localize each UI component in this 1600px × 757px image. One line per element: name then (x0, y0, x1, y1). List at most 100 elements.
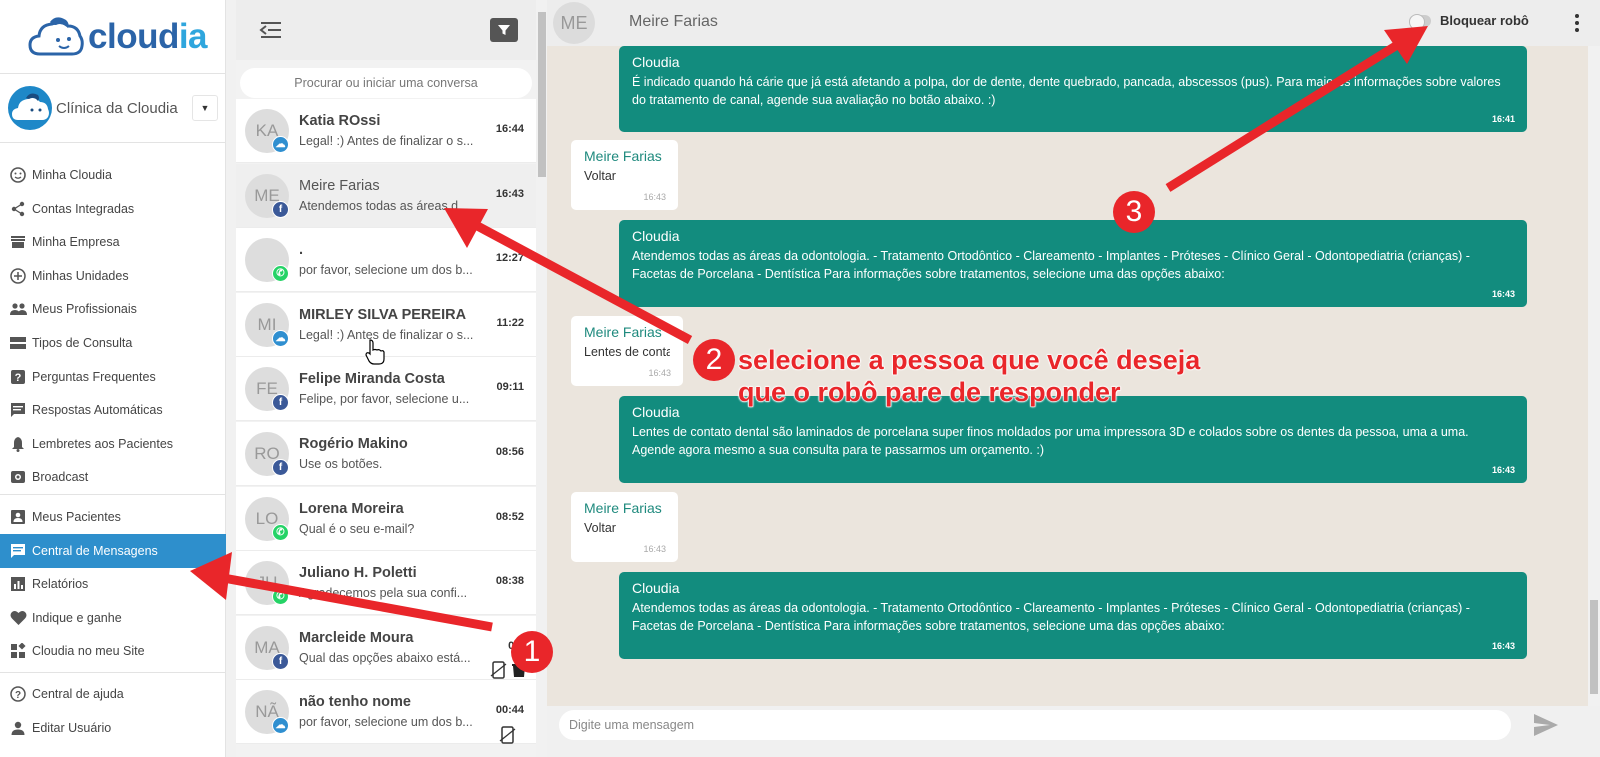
conversation-item[interactable]: RO f Rogério Makino Use os botões. 08:56 (236, 422, 536, 486)
annotation-note-line1: selecione a pessoa que você deseja (737, 345, 1201, 376)
clinic-selector[interactable]: Clínica da Cloudia ▼ (8, 86, 218, 130)
filter-button[interactable] (490, 18, 518, 42)
message-sender: Cloudia (632, 228, 680, 244)
sidebar-item-meus-profissionais[interactable]: Meus Profissionais (0, 292, 226, 326)
more-options-icon[interactable] (1573, 12, 1581, 34)
sidebar-item-label: Broadcast (32, 470, 89, 485)
sidebar-item-meus-pacientes[interactable]: Meus Pacientes (0, 500, 226, 534)
sidebar-item-minhas-unidades[interactable]: Minhas Unidades (0, 259, 226, 293)
contact-avatar[interactable]: ME (553, 2, 595, 44)
clinic-dropdown-button[interactable]: ▼ (192, 95, 218, 121)
sidebar-item-label: Meus Pacientes (32, 510, 121, 524)
message-sender: Meire Farias (584, 324, 662, 340)
sidebar-item-relatorios[interactable]: Relatórios (0, 567, 226, 601)
sidebar-item-label: Central de ajuda (32, 687, 124, 701)
sidebar-item-broadcast[interactable]: Broadcast (0, 460, 226, 494)
collapse-menu-icon[interactable] (258, 18, 284, 42)
bell-icon (9, 435, 27, 453)
send-icon[interactable] (1532, 712, 1560, 738)
message-composer (547, 706, 1600, 757)
contact-message: Meire Farias Lentes de contato 16:43 (571, 316, 683, 386)
sidebar-item-respostas-automaticas[interactable]: Respostas Automáticas (0, 393, 226, 427)
chat-box-icon (9, 401, 27, 419)
block-robot-toggle[interactable] (1409, 14, 1431, 30)
conversation-item[interactable]: KA ☁ Katia ROssi Legal! :) Antes de finaliz… (236, 99, 536, 163)
conversation-item[interactable]: ✆. por favor, selecione um dos b... 12:27 (236, 228, 536, 293)
message-text: Voltar (584, 169, 616, 183)
contacts-icon (9, 508, 27, 526)
sidebar-item-label: Perguntas Frequentes (32, 369, 156, 384)
bot-message: Cloudia Atendemos todas as áreas da odont… (619, 572, 1527, 659)
sidebar-item-label: Minha Empresa (32, 235, 120, 250)
message-input[interactable] (559, 710, 1511, 740)
conversation-item[interactable]: FE f Felipe Miranda Costa Felipe, por favor… (236, 357, 536, 422)
sidebar-item-lembretes-aos-pacientes[interactable]: Lembretes aos Pacientes (0, 427, 226, 461)
whatsapp-channel-icon: ✆ (272, 265, 289, 283)
divider (0, 672, 226, 673)
facebook-channel-icon: f (272, 459, 289, 476)
sidebar-item-indique-e-ganhe[interactable]: Indique e ganhe (0, 601, 226, 635)
conversation-item[interactable]: NÃ ☁ não tenho nome por favor, selecione um… (236, 680, 536, 745)
brand-part2: ia (178, 17, 208, 56)
conversation-list-header (236, 0, 536, 60)
sidebar-item-label: Meus Profissionais (32, 302, 137, 317)
store-icon (9, 233, 27, 251)
sidebar-item-cloudia-no-meu-site[interactable]: Cloudia no meu Site (0, 634, 226, 668)
conversation-item[interactable]: LO ✆ Lorena Moreira Qual é o seu e-mail? 08:… (236, 486, 536, 551)
chat-header: ME Meire Farias Bloquear robô (547, 0, 1600, 46)
conversation-time: 16:44 (495, 123, 524, 135)
sidebar-item-central-de-ajuda[interactable]: ? Central de ajuda (0, 677, 226, 711)
conversation-name: Lorena Moreira (299, 500, 404, 517)
search-input[interactable] (240, 68, 532, 98)
people-icon (9, 300, 27, 318)
sidebar-item-tipos-de-consulta[interactable]: Tipos de Consulta (0, 326, 226, 360)
sidebar-item-contas-integradas[interactable]: Contas Integradas (0, 192, 226, 226)
conversation-preview: Agradecemos pela sua confi... (299, 586, 468, 601)
conversation-item[interactable]: JU ✆ Juliano H. Poletti Agradecemos pela su… (236, 551, 536, 616)
sidebar-item-minha-empresa[interactable]: Minha Empresa (0, 225, 226, 259)
message-time: 16:43 (1491, 465, 1515, 475)
filter-icon (498, 25, 510, 35)
sidebar-item-minha-cloudia[interactable]: Minha Cloudia (0, 158, 226, 192)
help-circle-icon: ? (9, 685, 27, 703)
sidebar-item-label: Respostas Automáticas (32, 403, 163, 418)
cloudia-logo-icon (28, 17, 84, 56)
message-text: Atendemos todas as áreas da odontologia.… (632, 249, 1470, 281)
person-icon (9, 719, 27, 737)
widgets-icon (9, 642, 27, 660)
message-text: É indicado quando há cárie que já está a… (632, 75, 1501, 107)
help-box-icon: ? (9, 368, 27, 386)
conversation-preview: por favor, selecione um dos b... (299, 263, 473, 278)
message-time: 16:43 (648, 368, 671, 378)
clinic-name: Clínica da Cloudia (56, 99, 178, 117)
message-sender: Cloudia (632, 580, 680, 596)
conversation-item[interactable]: ME f Meire Farias Atendemos todas as áreas … (236, 163, 536, 228)
heart-icon (9, 609, 27, 627)
bot-message: Cloudia É indicado quando há cárie que já… (619, 46, 1527, 132)
conversation-item[interactable]: MI ☁ MIRLEY SILVA PEREIRA Legal! :) Antes d… (236, 292, 536, 357)
block-robot-label: Bloquear robô (1440, 13, 1529, 28)
conversation-list-scroll-thumb[interactable] (538, 12, 546, 177)
conversation-name: Marcleide Moura (299, 629, 414, 646)
divider (0, 142, 226, 143)
conversation-name: MIRLEY SILVA PEREIRA (299, 306, 467, 323)
sidebar-item-perguntas-frequentes[interactable]: ? Perguntas Frequentes (0, 360, 226, 394)
sidebar-item-label: Editar Usuário (32, 720, 112, 735)
conversation-time: 08:38 (495, 575, 524, 588)
sidebar-item-label: Central de Mensagens (32, 543, 158, 558)
cloudia-logo[interactable]: cloudia (28, 14, 218, 60)
sidebar-item-editar-usuario[interactable]: Editar Usuário (0, 711, 226, 745)
conversation-preview: Qual é o seu e-mail? (299, 521, 415, 536)
conversation-time: 12:27 (495, 252, 524, 265)
sidebar-item-label: Tipos de Consulta (32, 336, 133, 350)
conversation-preview: Legal! :) Antes de finalizar o s... (299, 134, 474, 148)
sidebar-panel: cloudia Clínica da Cloudia ▼ Minha Cloud… (0, 0, 226, 757)
chat-scroll-thumb[interactable] (1590, 600, 1598, 694)
brand-name: cloudia (88, 17, 208, 57)
message-text: Atendemos todas as áreas da odontologia.… (632, 601, 1470, 633)
conversation-item[interactable]: MA f Marcleide Moura Qual das opções abaixo… (236, 615, 536, 680)
conversation-preview: Legal! :) Antes de finalizar o s... (299, 327, 474, 342)
sidebar-item-central-de-mensagens[interactable]: Central de Mensagens (0, 533, 226, 568)
sidebar-scrollbar[interactable] (226, 0, 236, 757)
list-icon (9, 334, 27, 352)
